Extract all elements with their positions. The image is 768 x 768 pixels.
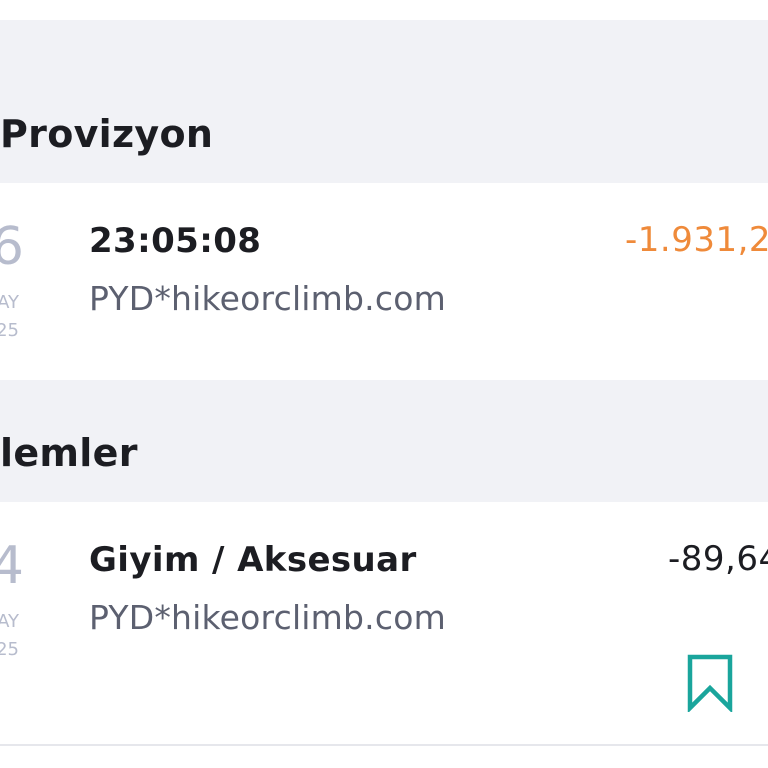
transaction-row[interactable]: 4 AY 25 Giyim / Aksesuar PYD*hikeorclimb… — [0, 502, 768, 744]
transaction-merchant: PYD*hikeorclimb.com — [89, 598, 446, 637]
date-year: 25 — [0, 639, 19, 660]
bottom-area — [0, 746, 768, 768]
transaction-date: 6 AY 25 — [0, 183, 60, 380]
transaction-date: 4 AY 25 — [0, 502, 60, 744]
transaction-title: 23:05:08 — [89, 221, 262, 261]
date-month: AY — [0, 611, 19, 632]
section-header-provizyon: Provizyon — [0, 20, 768, 183]
section-title: Provizyon — [0, 112, 214, 156]
date-month: AY — [0, 292, 19, 313]
section-header-islemler: lemler — [0, 380, 768, 502]
top-strip — [0, 0, 768, 20]
transaction-amount-pending: -1.931,24 — [625, 220, 768, 260]
transaction-merchant: PYD*hikeorclimb.com — [89, 279, 446, 318]
section-title: lemler — [0, 431, 138, 475]
transaction-amount: -89,64 — [668, 539, 768, 579]
date-day: 4 — [0, 536, 24, 596]
date-year: 25 — [0, 320, 19, 341]
transaction-row[interactable]: 6 AY 25 23:05:08 PYD*hikeorclimb.com -1.… — [0, 183, 768, 380]
bookmark-icon[interactable] — [686, 654, 734, 712]
date-day: 6 — [0, 217, 24, 277]
transaction-title: Giyim / Aksesuar — [89, 540, 417, 580]
